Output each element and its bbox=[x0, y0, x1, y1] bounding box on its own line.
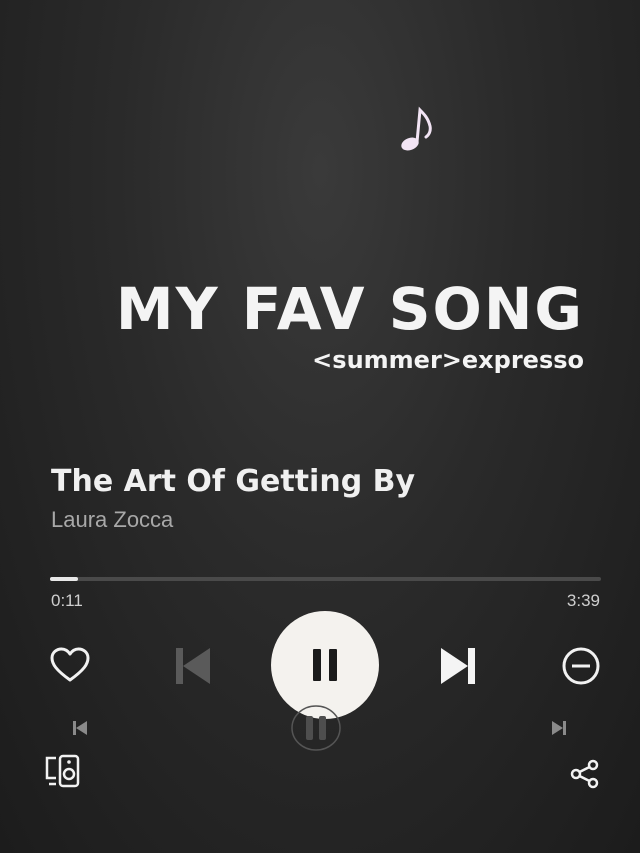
skip-previous-icon bbox=[73, 721, 87, 735]
mini-previous-button[interactable] bbox=[70, 718, 90, 738]
next-button[interactable] bbox=[437, 644, 481, 688]
mini-next-button[interactable] bbox=[549, 718, 569, 738]
like-button[interactable] bbox=[48, 645, 92, 685]
share-button[interactable] bbox=[568, 757, 602, 791]
heart-outline-icon bbox=[50, 647, 90, 682]
pause-icon bbox=[313, 649, 337, 681]
headline: MY FAV SONG bbox=[115, 275, 584, 343]
track-artist[interactable]: Laura Zocca bbox=[51, 507, 173, 533]
progress-bar[interactable] bbox=[50, 577, 601, 581]
music-note-icon bbox=[398, 104, 442, 154]
pause-button[interactable] bbox=[271, 611, 379, 719]
progress-fill bbox=[50, 577, 78, 581]
connect-devices-button[interactable] bbox=[43, 752, 83, 790]
mini-pause-button[interactable] bbox=[290, 704, 342, 752]
connect-devices-icon bbox=[45, 754, 80, 788]
minus-circle-icon bbox=[562, 647, 600, 685]
subheadline: <summer>expresso bbox=[312, 346, 584, 374]
pause-icon bbox=[291, 705, 341, 751]
track-title: The Art Of Getting By bbox=[51, 464, 416, 499]
total-time: 3:39 bbox=[566, 591, 600, 610]
remove-button[interactable] bbox=[559, 644, 603, 688]
skip-next-icon bbox=[552, 721, 566, 735]
elapsed-time: 0:11 bbox=[51, 591, 83, 610]
skip-next-icon bbox=[441, 648, 475, 684]
share-icon bbox=[570, 759, 599, 789]
skip-previous-icon bbox=[176, 648, 210, 684]
previous-button[interactable] bbox=[170, 644, 214, 688]
